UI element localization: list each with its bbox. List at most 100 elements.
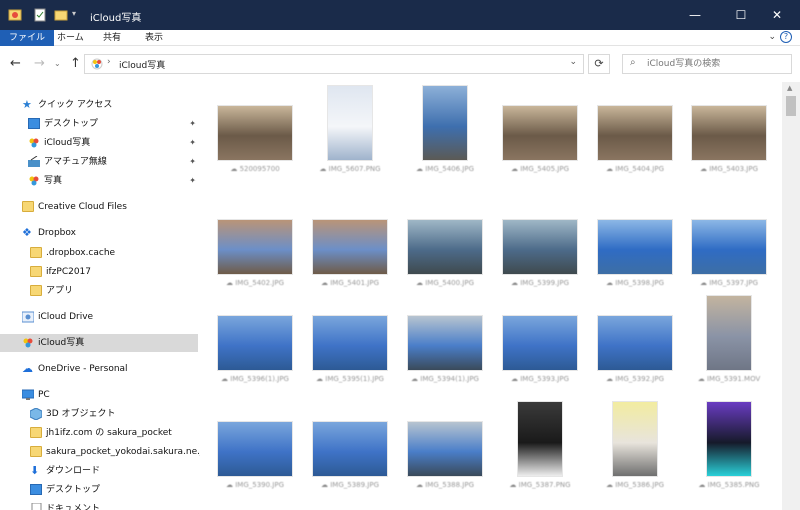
photo-thumbnail[interactable]: [218, 316, 292, 370]
photo-thumbnail[interactable]: [707, 296, 751, 370]
nav-label: アプリ: [46, 286, 74, 296]
app-icon[interactable]: [8, 8, 22, 25]
file-name-text: 520095700: [239, 165, 280, 173]
help-button[interactable]: ?: [780, 31, 792, 43]
nav-item-onedrive[interactable]: ☁ OneDrive - Personal: [0, 360, 200, 378]
nav-item-pc-desktop[interactable]: デスクトップ: [0, 481, 200, 499]
photo-thumbnail[interactable]: [692, 106, 766, 160]
photo-thumbnail[interactable]: [408, 422, 482, 476]
forward-button[interactable]: →: [34, 56, 45, 71]
minimize-button[interactable]: —: [672, 0, 718, 30]
properties-icon[interactable]: [34, 8, 46, 25]
cloud-sync-icon: ☁: [697, 375, 707, 383]
photo-thumbnail[interactable]: [692, 220, 766, 274]
photo-thumbnail[interactable]: [313, 316, 387, 370]
up-button[interactable]: ↑: [70, 56, 81, 71]
breadcrumb-icloud-photos[interactable]: iCloud写真: [119, 58, 165, 71]
cloud-sync-icon: ☁: [225, 279, 236, 287]
file-name: ☁ IMG_5401.JPG: [310, 278, 390, 288]
nav-label: ifzPC2017: [46, 267, 92, 277]
nav-item-amateur-radio[interactable]: アマチュア無線 ✦: [0, 153, 200, 171]
nav-item-creative-cloud[interactable]: Creative Cloud Files: [0, 198, 200, 216]
file-name-text: IMG_5401.JPG: [330, 279, 379, 287]
photo-thumbnail[interactable]: [707, 402, 751, 476]
photo-thumbnail[interactable]: [503, 106, 577, 160]
photo-thumbnail[interactable]: [218, 422, 292, 476]
nav-label: iCloud Drive: [38, 312, 94, 322]
cloud-sync-icon: ☁: [509, 481, 519, 489]
photo-thumbnail[interactable]: [503, 316, 577, 370]
nav-item-dropbox[interactable]: ❖ Dropbox: [0, 224, 200, 242]
recent-locations-icon[interactable]: ⌄: [54, 59, 61, 68]
dropbox-icon: ❖: [22, 226, 32, 239]
nav-label: iCloud写真: [38, 338, 85, 348]
photo-thumbnail[interactable]: [423, 86, 467, 160]
photo-thumbnail[interactable]: [598, 106, 672, 160]
new-folder-icon[interactable]: [54, 8, 68, 25]
window-title: iCloud写真: [90, 13, 142, 24]
nav-item-sakura-yokodai[interactable]: sakura_pocket_yokodai.sakura.ne.jp: [0, 443, 200, 461]
file-name: ☁ IMG_5607.PNG: [310, 164, 390, 174]
scroll-up-icon[interactable]: ▲: [787, 84, 792, 92]
scrollbar-thumb[interactable]: [786, 96, 796, 116]
tab-share[interactable]: 共有: [94, 30, 130, 46]
cloud-sync-icon: ☁: [605, 279, 616, 287]
nav-item-ifzpc2017[interactable]: ifzPC2017: [0, 263, 200, 281]
nav-item-downloads[interactable]: ⬇ ダウンロード: [0, 462, 200, 480]
quick-access-toolbar-dropdown-icon[interactable]: ▾: [72, 9, 76, 18]
nav-item-apps[interactable]: アプリ: [0, 282, 200, 300]
address-dropdown-icon[interactable]: ⌄: [569, 57, 577, 67]
cloud-sync-icon: ☁: [415, 481, 426, 489]
folder-icon: [30, 266, 42, 277]
photo-thumbnail[interactable]: [218, 106, 292, 160]
photo-thumbnail[interactable]: [598, 316, 672, 370]
file-name-text: IMG_5397.JPG: [709, 279, 758, 287]
photo-thumbnail[interactable]: [328, 86, 372, 160]
nav-item-documents[interactable]: ドキュメント: [0, 500, 200, 510]
file-name: ☁ IMG_5399.JPG: [500, 278, 580, 288]
navigation-pane: ★ クイック アクセス デスクトップ ✦ iCloud写真 ✦ アマチュア無線 …: [0, 82, 200, 510]
photo-thumbnail[interactable]: [503, 220, 577, 274]
nav-item-icloud-photos[interactable]: iCloud写真: [0, 334, 198, 352]
nav-item-icloud-drive[interactable]: iCloud Drive: [0, 308, 200, 326]
photo-thumbnail[interactable]: [598, 220, 672, 274]
photo-thumbnail[interactable]: [313, 220, 387, 274]
nav-label: PC: [38, 390, 50, 400]
search-input[interactable]: [647, 57, 787, 71]
vertical-scrollbar[interactable]: ▲: [782, 82, 800, 510]
chevron-down-icon[interactable]: ⌄: [768, 32, 776, 42]
photo-thumbnail[interactable]: [218, 220, 292, 274]
file-name: ☁ IMG_5386.JPG: [595, 480, 675, 490]
nav-item-sakura-pocket[interactable]: jh1ifz.com の sakura_pocket: [0, 424, 200, 442]
file-name: ☁ IMG_5397.JPG: [689, 278, 769, 288]
nav-item-photos[interactable]: 写真 ✦: [0, 172, 200, 190]
address-row: ← → ⌄ ↑ › iCloud写真 ⌄ ⟳ ⌕: [0, 46, 800, 82]
file-name: ☁ IMG_5394(1).JPG: [405, 374, 485, 384]
back-button[interactable]: ←: [10, 56, 21, 71]
file-name: ☁ IMG_5404.JPG: [595, 164, 675, 174]
file-name-text: IMG_5398.JPG: [615, 279, 664, 287]
tab-home[interactable]: ホーム: [48, 30, 93, 46]
file-name: ☁ IMG_5396(1).JPG: [215, 374, 295, 384]
photo-thumbnail[interactable]: [613, 402, 657, 476]
nav-item-dropbox-cache[interactable]: .dropbox.cache: [0, 244, 200, 262]
photo-thumbnail[interactable]: [408, 316, 482, 370]
tab-view[interactable]: 表示: [136, 30, 172, 46]
nav-item-desktop[interactable]: デスクトップ ✦: [0, 115, 200, 133]
nav-quick-access[interactable]: ★ クイック アクセス: [0, 96, 200, 114]
search-box[interactable]: ⌕: [622, 54, 792, 74]
close-button[interactable]: ✕: [754, 0, 800, 30]
photo-thumbnail[interactable]: [518, 402, 562, 476]
photo-thumbnail[interactable]: [408, 220, 482, 274]
photo-thumbnail[interactable]: [313, 422, 387, 476]
cloud-sync-icon: ☁: [225, 481, 236, 489]
refresh-button[interactable]: ⟳: [588, 54, 610, 74]
nav-item-3d-objects[interactable]: 3D オブジェクト: [0, 405, 200, 423]
address-bar[interactable]: › iCloud写真 ⌄: [84, 54, 584, 74]
nav-item-pc[interactable]: PC: [0, 386, 200, 404]
nav-item-icloud-photos-quick[interactable]: iCloud写真 ✦: [0, 134, 200, 152]
file-name-text: IMG_5396(1).JPG: [230, 375, 289, 383]
pin-icon: ✦: [189, 119, 196, 128]
cloud-sync-icon: ☁: [415, 279, 426, 287]
tab-file[interactable]: ファイル: [0, 30, 55, 46]
